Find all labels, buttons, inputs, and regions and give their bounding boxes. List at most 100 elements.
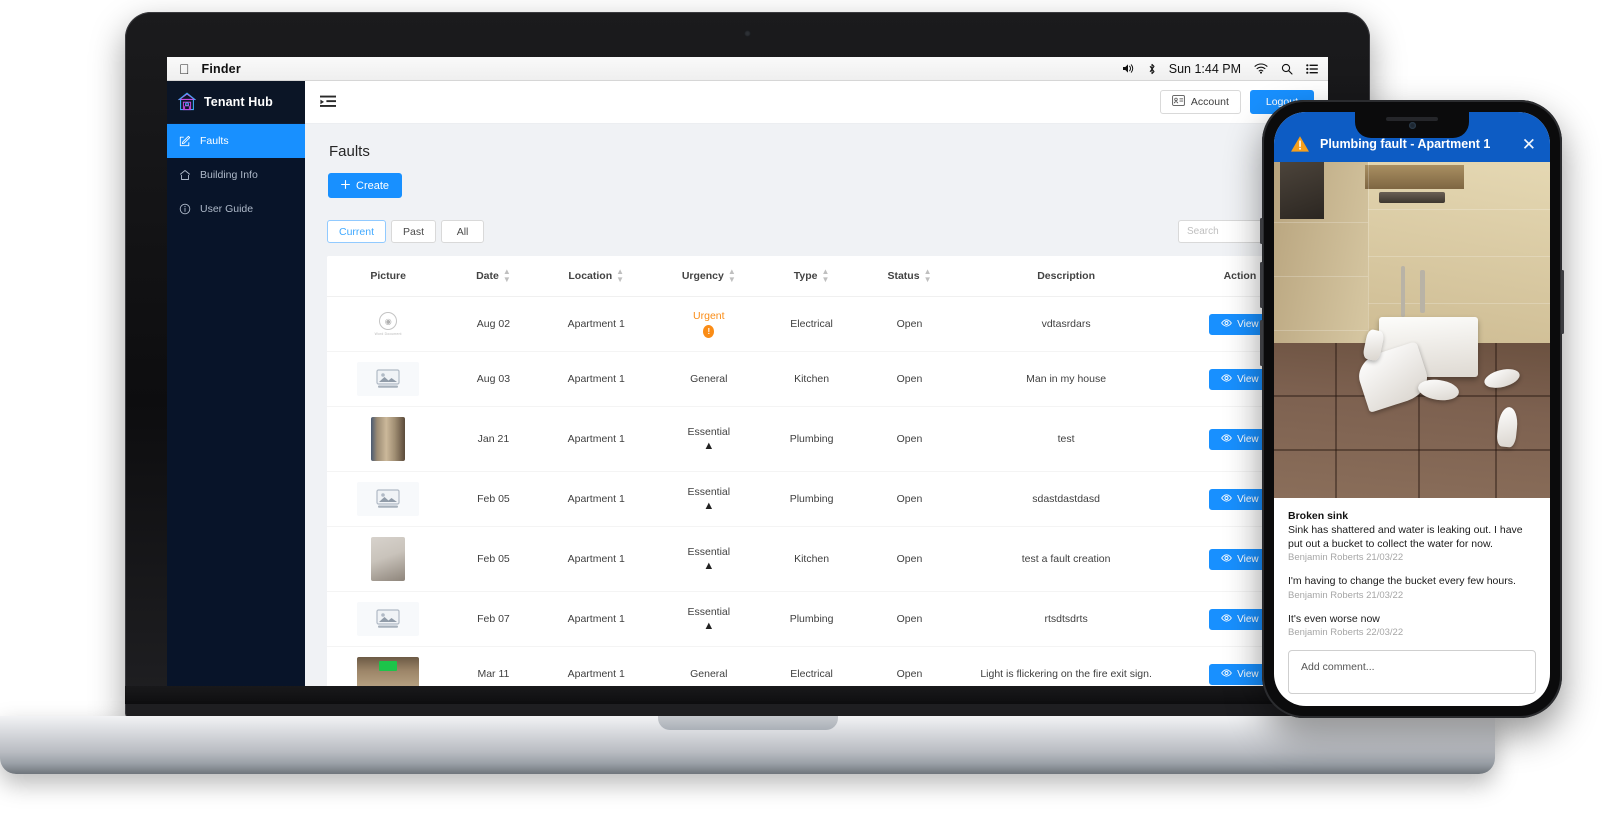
sort-icon[interactable]: ▲ ▼ [616,268,624,284]
photo-pipe [1400,266,1405,317]
cell-picture [327,471,450,527]
filter-past-button[interactable]: Past [391,220,437,243]
file-circle-icon: ◉ [379,312,398,330]
comment-meta: Benjamin Roberts 21/03/22 [1288,552,1404,564]
cell-location: Apartment 1 [537,351,655,407]
column-header-urgency[interactable]: Urgency ▲ ▼ [654,256,763,297]
phone-mute-switch[interactable] [1260,218,1263,244]
column-label: Type [793,269,818,282]
photo-towel-bar [1378,192,1446,203]
urgency-indicator: General [659,373,759,385]
image-placeholder-thumbnail [357,362,420,396]
urgency-indicator: Essential ▲ [659,486,759,512]
eye-icon [1221,373,1232,385]
table-row[interactable]: Jan 21 Apartment 1 Essential ▲ Plumbing … [327,406,1306,472]
volume-icon[interactable] [1122,63,1135,74]
photo-mirror [1279,162,1324,220]
menubar-clock[interactable]: Sun 1:44 PM [1169,62,1241,76]
column-header-location[interactable]: Location ▲ ▼ [537,256,655,297]
phone-volume-down-button[interactable] [1260,320,1263,366]
table-row[interactable]: ◉ Word Document Aug 02 Apartment 1 Urgen… [327,296,1306,352]
phone-power-button[interactable] [1561,270,1564,334]
sort-icon[interactable]: ▲ ▼ [503,268,511,284]
spotlight-search-icon[interactable] [1281,63,1293,75]
wifi-icon[interactable] [1254,63,1268,74]
content-area: Faults Create Current Past All Search Pi… [305,124,1328,700]
photo-grout-line [1367,256,1550,258]
sort-icon[interactable]: ▲ ▼ [728,268,736,284]
table-row[interactable]: Feb 05 Apartment 1 Essential ▲ [327,526,1306,592]
urgency-label: Essential [687,426,731,438]
filter-all-button[interactable]: All [441,220,485,243]
view-button-label: View [1237,553,1259,565]
column-header-date[interactable]: Date ▲ ▼ [449,256,538,297]
menubar-app-name[interactable]: Finder [202,62,241,76]
id-card-icon [1172,95,1185,109]
photo-shelf [1365,165,1465,189]
view-button-label: View [1237,433,1259,445]
filter-segment-group: Current Past All [327,220,485,243]
brand-name: Tenant Hub [204,95,273,109]
laptop-base-notch [657,716,838,730]
filter-current-button[interactable]: Current [327,220,387,243]
comment-item: I'm having to change the bucket every fe… [1288,574,1536,600]
phone-volume-up-button[interactable] [1260,262,1263,308]
cell-date: Feb 07 [449,591,538,647]
table-row[interactable]: Feb 05 Apartment 1 Essential ▲ [327,471,1306,527]
comment-item: Broken sink Sink has shattered and water… [1288,510,1536,563]
cell-location: Apartment 1 [537,296,655,352]
sort-icon[interactable]: ▲ ▼ [924,268,932,284]
cell-picture [327,526,450,592]
cell-urgency: Essential ▲ [654,526,763,592]
add-comment-input[interactable] [1288,650,1536,694]
column-header-type[interactable]: Type ▲ ▼ [762,256,861,297]
filter-label: Current [339,225,375,238]
photo-grout-line [1274,276,1368,278]
view-button-label: View [1237,493,1259,505]
cell-status: Open [860,471,959,527]
image-placeholder-thumbnail [357,602,420,636]
close-icon[interactable]: ✕ [1522,136,1536,153]
apple-logo-icon[interactable]:  [179,62,190,76]
create-button[interactable]: Create [328,173,403,198]
account-button-label: Account [1190,96,1229,108]
bluetooth-icon[interactable] [1148,63,1156,75]
urgency-indicator: General [659,668,759,680]
cell-status: Open [860,591,959,647]
fire-exit-sign-icon [379,661,398,671]
cell-date: Aug 03 [449,351,538,407]
door-photo-thumbnail [371,417,406,461]
sidebar-item-user-guide[interactable]: User Guide [167,192,305,226]
view-button-label: View [1237,613,1259,625]
control-center-icon[interactable] [1306,63,1318,74]
sidebar-item-faults[interactable]: Faults [167,124,305,158]
brand[interactable]: Tenant Hub [167,81,305,124]
account-button[interactable]: Account [1159,90,1241,114]
warning-triangle-icon: ▲ [703,440,715,452]
wall-photo-thumbnail [371,537,406,581]
column-header-status[interactable]: Status ▲ ▼ [860,256,959,297]
cell-date: Feb 05 [449,471,538,527]
column-header-description: Description [958,256,1174,297]
photo-grout-line [1367,303,1550,305]
table-row[interactable]: Feb 07 Apartment 1 Essential ▲ Plumbing … [327,591,1306,647]
info-circle-icon [179,203,191,215]
filter-label: Past [403,225,425,238]
table-row[interactable]: Aug 03 Apartment 1 General Kitchen Open … [327,351,1306,407]
thumbnail-caption: Word Document [374,332,402,336]
comment-meta: Benjamin Roberts 22/03/22 [1288,626,1404,638]
laptop-base [0,716,1495,774]
sidebar-item-building-info[interactable]: Building Info [167,158,305,192]
tenant-hub-app: Tenant Hub Faults Building Info User Gui… [167,81,1328,700]
column-label: Description [1037,270,1095,282]
main-region: Account Logout Faults Create Current Pas… [305,81,1328,700]
cell-picture [327,591,450,647]
eye-icon [1221,668,1232,680]
warning-triangle-icon: ▲ [703,620,715,632]
column-label: Picture [370,270,406,282]
menu-fold-icon[interactable] [319,93,337,111]
urgency-indicator: Essential ▲ [659,546,759,572]
phone-device: Plumbing fault - Apartment 1 ✕ Broken si… [1260,100,1564,718]
sort-icon[interactable]: ▲ ▼ [821,268,829,284]
photo-grout-line [1274,222,1368,224]
